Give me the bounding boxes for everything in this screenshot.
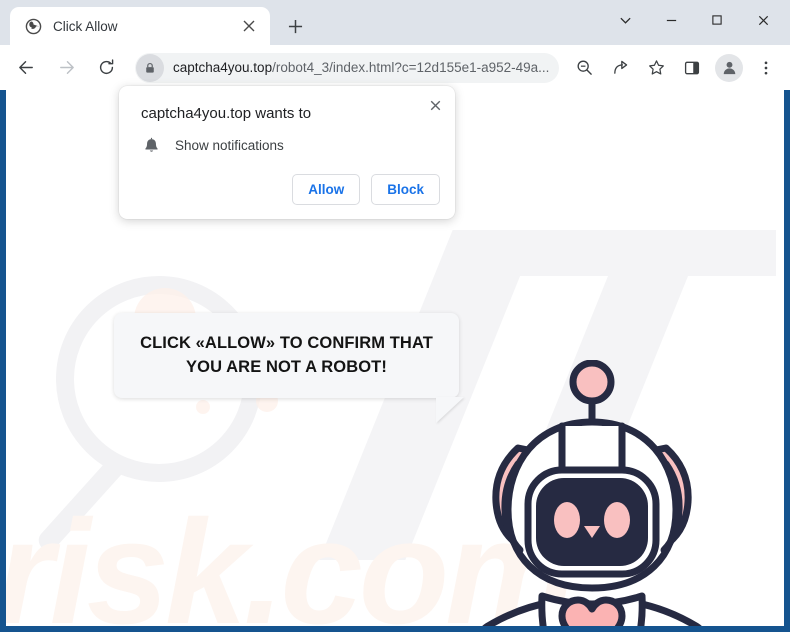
speech-bubble-text: CLICK «ALLOW» TO CONFIRM THAT YOU ARE NO… <box>140 334 433 376</box>
browser-tab[interactable]: Click Allow <box>10 7 270 45</box>
robot-mascot <box>466 359 718 626</box>
maximize-button[interactable] <box>694 1 740 39</box>
browser-window: Click Allow captcha4you.top/robot4_3/ind… <box>0 0 790 632</box>
watermark-shape <box>476 230 776 276</box>
close-tab-icon[interactable] <box>238 15 260 37</box>
tab-title: Click Allow <box>53 18 118 34</box>
dialog-actions: Allow Block <box>292 174 440 205</box>
zoom-out-icon[interactable] <box>569 53 599 83</box>
url-domain: captcha4you.top <box>173 60 273 75</box>
lock-icon[interactable] <box>136 53 164 82</box>
url-text: captcha4you.top/robot4_3/index.html?c=12… <box>173 60 553 75</box>
side-panel-icon[interactable] <box>677 53 707 83</box>
close-icon[interactable] <box>422 92 448 118</box>
browser-toolbar: captcha4you.top/robot4_3/index.html?c=12… <box>0 45 790 90</box>
bookmark-star-icon[interactable] <box>641 53 671 83</box>
back-arrow-icon[interactable] <box>9 51 43 85</box>
close-window-button[interactable] <box>740 1 786 39</box>
speech-bubble-tail <box>436 397 464 423</box>
watermark-magnifier-handle <box>34 453 129 555</box>
profile-avatar-icon[interactable] <box>715 53 743 82</box>
tab-strip: Click Allow <box>0 0 790 45</box>
minimize-button[interactable] <box>648 1 694 39</box>
notification-permission-dialog: captcha4you.top wants to Show notificati… <box>119 86 455 219</box>
tab-search-button[interactable] <box>602 1 648 39</box>
bell-icon <box>141 135 161 155</box>
block-button[interactable]: Block <box>371 174 440 205</box>
new-tab-button[interactable] <box>280 11 310 41</box>
share-icon[interactable] <box>605 53 635 83</box>
allow-button[interactable]: Allow <box>292 174 361 205</box>
forward-arrow-icon[interactable] <box>49 51 83 85</box>
globe-icon <box>24 17 42 35</box>
three-dot-menu-icon[interactable] <box>751 53 781 83</box>
speech-bubble: CLICK «ALLOW» TO CONFIRM THAT YOU ARE NO… <box>114 313 459 398</box>
decorative-blob <box>196 400 210 414</box>
reload-icon[interactable] <box>89 51 123 85</box>
window-controls <box>602 0 786 40</box>
dialog-title: captcha4you.top wants to <box>141 105 312 122</box>
address-bar[interactable]: captcha4you.top/robot4_3/index.html?c=12… <box>135 52 559 83</box>
url-path: /robot4_3/index.html?c=12d155e1-a952-49a… <box>272 60 550 75</box>
permission-row: Show notifications <box>141 135 284 155</box>
permission-label: Show notifications <box>175 137 284 153</box>
